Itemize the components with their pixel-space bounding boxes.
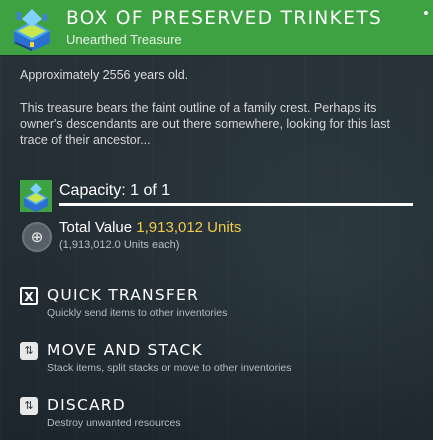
item-tooltip-panel: BOX OF PRESERVED TRINKETS Unearthed Trea… (0, 0, 433, 440)
move-stack-icon: ⇅ (20, 342, 38, 360)
move-and-stack-action[interactable]: ⇅ MOVE AND STACK Stack items, split stac… (20, 341, 415, 381)
action-title: QUICK TRANSFER (47, 286, 199, 304)
action-title: MOVE AND STACK (47, 341, 203, 359)
action-subtitle: Destroy unwanted resources (47, 417, 181, 429)
item-age: Approximately 2556 years old. (20, 68, 189, 82)
item-header: BOX OF PRESERVED TRINKETS Unearthed Trea… (0, 0, 433, 55)
quick-transfer-action[interactable]: X QUICK TRANSFER Quickly send items to o… (20, 286, 415, 326)
action-subtitle: Quickly send items to other inventories (47, 307, 228, 319)
units-icon: ⊕ (22, 222, 52, 252)
discard-icon: ⇅ (20, 397, 38, 415)
item-description: This treasure bears the faint outline of… (20, 101, 390, 147)
total-value-label: Total Value (59, 219, 133, 236)
action-subtitle: Stack items, split stacks or move to oth… (47, 362, 292, 374)
header-indicator-dot (424, 11, 428, 15)
discard-action[interactable]: ⇅ DISCARD Destroy unwanted resources (20, 396, 415, 436)
item-category: Unearthed Treasure (66, 32, 182, 47)
treasure-box-icon (14, 9, 50, 51)
item-title: BOX OF PRESERVED TRINKETS (66, 8, 383, 29)
action-title: DISCARD (47, 396, 126, 414)
unit-value-each: (1,913,012.0 Units each) (59, 239, 180, 251)
capacity-label: Capacity: 1 of 1 (59, 182, 171, 199)
total-value: Total Value 1,913,012 Units (59, 219, 241, 236)
treasure-box-small-icon (20, 180, 52, 212)
capacity-row: Capacity: 1 of 1 (20, 180, 415, 214)
total-value-amount: 1,913,012 Units (136, 219, 242, 236)
capacity-bar-fill (59, 203, 413, 206)
capacity-bar (59, 203, 413, 206)
value-row: ⊕ Total Value 1,913,012 Units (1,913,012… (20, 218, 415, 258)
x-key-icon: X (20, 287, 38, 305)
